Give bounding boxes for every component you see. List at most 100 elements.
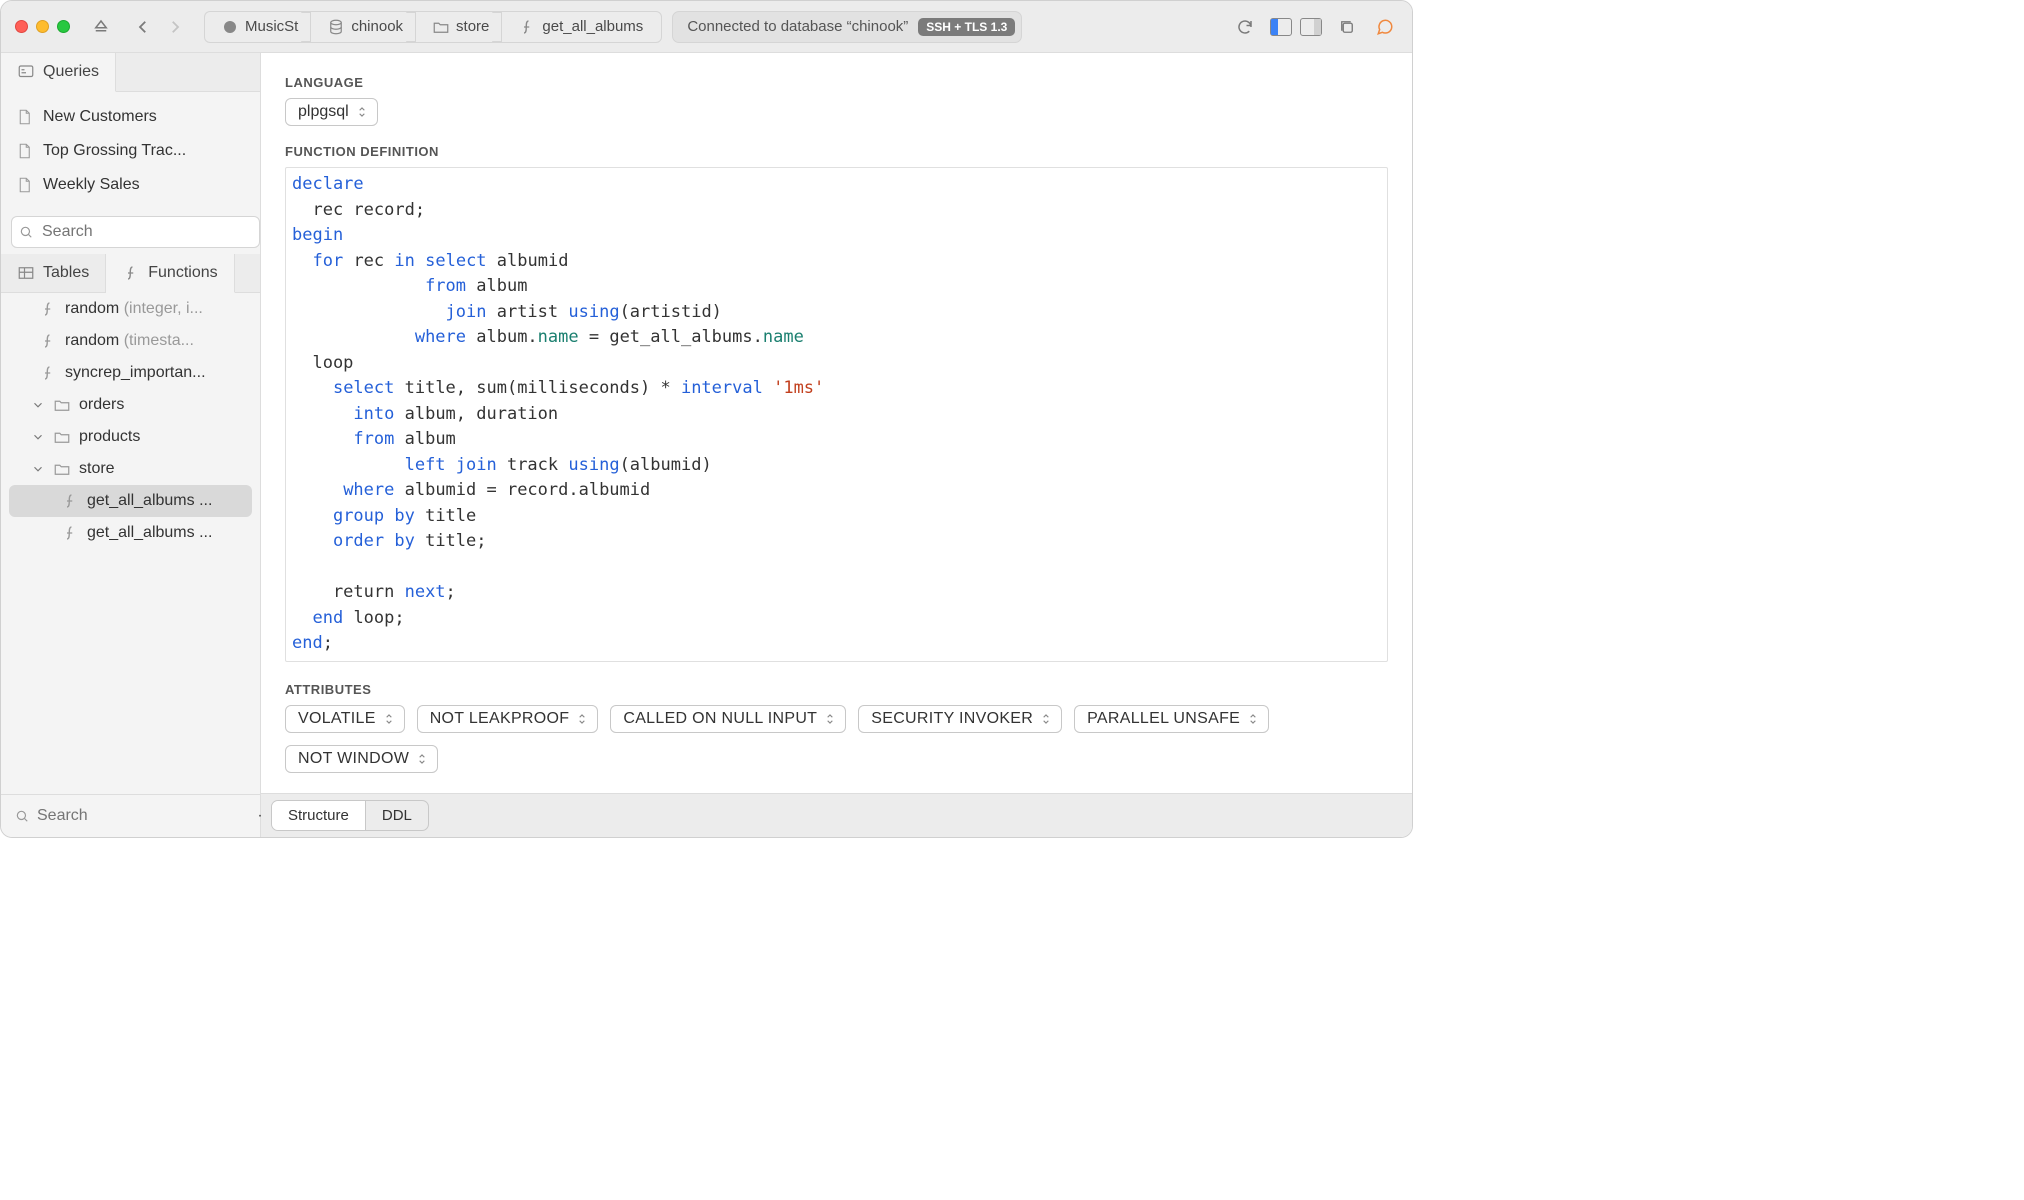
- window-controls: [15, 20, 70, 33]
- attr-security[interactable]: SECURITY INVOKER: [858, 705, 1062, 733]
- function-body-editor[interactable]: declare rec record; begin for rec in sel…: [285, 167, 1388, 662]
- tree-label: products: [79, 428, 140, 446]
- chevron-updown-icon: [823, 712, 837, 726]
- sql-file-icon: [15, 176, 33, 194]
- tree-suffix: (timesta...: [124, 332, 194, 349]
- tab-label: Queries: [43, 63, 99, 81]
- main-footer: Structure DDL: [261, 793, 1412, 837]
- query-item[interactable]: New Customers: [1, 100, 260, 134]
- tree-label: orders: [79, 396, 124, 414]
- tab-functions[interactable]: Functions: [106, 254, 234, 293]
- table-icon: [17, 264, 35, 282]
- attr-volatility[interactable]: VOLATILE: [285, 705, 405, 733]
- chevron-updown-icon: [355, 105, 369, 119]
- attr-window[interactable]: NOT WINDOW: [285, 745, 438, 773]
- tree-label: store: [79, 460, 115, 478]
- crumb-function[interactable]: get_all_albums: [501, 11, 662, 43]
- sidebar-footer: +: [1, 794, 260, 837]
- tree-label: random: [65, 332, 124, 349]
- function-icon: [122, 264, 140, 282]
- toggle-left-panel-button[interactable]: [1270, 18, 1292, 36]
- function-icon: [61, 492, 79, 510]
- connection-security-tag: SSH + TLS 1.3: [918, 18, 1015, 36]
- minimize-window-button[interactable]: [36, 20, 49, 33]
- nav-forward-button[interactable]: [162, 14, 188, 40]
- close-window-button[interactable]: [15, 20, 28, 33]
- function-icon: [518, 18, 536, 36]
- queries-search-input[interactable]: [11, 216, 260, 248]
- schema-search-input[interactable]: [11, 801, 248, 831]
- chevron-updown-icon: [382, 712, 396, 726]
- crumb-label: store: [456, 18, 489, 35]
- query-item[interactable]: Weekly Sales: [1, 168, 260, 202]
- database-icon: [327, 18, 345, 36]
- function-icon: [39, 332, 57, 350]
- chevron-updown-icon: [1039, 712, 1053, 726]
- nav-back-button[interactable]: [130, 14, 156, 40]
- attributes-label: ATTRIBUTES: [285, 682, 1388, 697]
- queries-list: New Customers Top Grossing Trac... Weekl…: [1, 92, 260, 210]
- tab-structure[interactable]: Structure: [272, 801, 365, 830]
- sidebar-mid-tabs: Tables Functions: [1, 254, 260, 293]
- functions-tree: random (integer, i... random (timesta...…: [1, 293, 260, 794]
- sql-icon: [17, 63, 35, 81]
- toolbar: MusicSt chinook store get_all_albums Con…: [1, 1, 1412, 53]
- tree-item-function[interactable]: get_all_albums ...: [1, 517, 260, 549]
- definition-label: FUNCTION DEFINITION: [285, 144, 1388, 159]
- tree-item-function[interactable]: random (timesta...: [1, 325, 260, 357]
- view-mode-segmented: Structure DDL: [271, 800, 429, 831]
- breadcrumb: MusicSt chinook store get_all_albums: [204, 11, 662, 43]
- language-dropdown[interactable]: plpgsql: [285, 98, 378, 126]
- tree-item-folder-products[interactable]: products: [1, 421, 260, 453]
- crumb-label: chinook: [351, 18, 403, 35]
- chevron-updown-icon: [575, 712, 589, 726]
- chevron-updown-icon: [1246, 712, 1260, 726]
- tab-tables[interactable]: Tables: [1, 254, 106, 292]
- app-window: MusicSt chinook store get_all_albums Con…: [0, 0, 1413, 838]
- folder-icon: [53, 396, 71, 414]
- crumb-label: MusicSt: [245, 18, 298, 35]
- crumb-schema[interactable]: store: [415, 11, 501, 43]
- new-window-button[interactable]: [1334, 14, 1360, 40]
- tab-label: Functions: [148, 264, 217, 282]
- function-icon: [39, 364, 57, 382]
- feedback-button[interactable]: [1372, 14, 1398, 40]
- function-icon: [61, 524, 79, 542]
- folder-icon: [53, 460, 71, 478]
- sql-file-icon: [15, 108, 33, 126]
- crumb-database[interactable]: chinook: [310, 11, 415, 43]
- tab-ddl[interactable]: DDL: [365, 801, 428, 830]
- sidebar: Queries New Customers Top Grossing Trac.…: [1, 53, 261, 837]
- search-icon: [15, 809, 29, 823]
- chevron-updown-icon: [415, 752, 429, 766]
- tree-item-folder-store[interactable]: store: [1, 453, 260, 485]
- crumb-label: get_all_albums: [542, 18, 643, 35]
- query-label: Top Grossing Trac...: [43, 142, 186, 160]
- attr-parallel[interactable]: PARALLEL UNSAFE: [1074, 705, 1269, 733]
- language-label: LANGUAGE: [285, 75, 1388, 90]
- tree-label: syncrep_importan...: [65, 364, 206, 382]
- queries-search: +: [11, 216, 250, 248]
- tree-item-function[interactable]: random (integer, i...: [1, 293, 260, 325]
- eject-icon[interactable]: [88, 14, 114, 40]
- attributes-row: VOLATILE NOT LEAKPROOF CALLED ON NULL IN…: [285, 705, 1388, 773]
- function-icon: [39, 300, 57, 318]
- crumb-project[interactable]: MusicSt: [204, 11, 310, 43]
- tree-label: random: [65, 300, 124, 317]
- connection-status: Connected to database “chinook” SSH + TL…: [672, 11, 1022, 43]
- folder-icon: [53, 428, 71, 446]
- refresh-button[interactable]: [1232, 14, 1258, 40]
- zoom-window-button[interactable]: [57, 20, 70, 33]
- tree-item-folder-orders[interactable]: orders: [1, 389, 260, 421]
- chevron-down-icon: [31, 462, 45, 476]
- query-label: New Customers: [43, 108, 157, 126]
- attr-null-input[interactable]: CALLED ON NULL INPUT: [610, 705, 846, 733]
- query-item[interactable]: Top Grossing Trac...: [1, 134, 260, 168]
- toggle-right-panel-button[interactable]: [1300, 18, 1322, 36]
- attr-leakproof[interactable]: NOT LEAKPROOF: [417, 705, 599, 733]
- tree-label: get_all_albums ...: [87, 524, 212, 542]
- elephant-icon: [221, 18, 239, 36]
- tab-queries[interactable]: Queries: [1, 53, 116, 92]
- tree-item-function-selected[interactable]: get_all_albums ...: [9, 485, 252, 517]
- tree-item-function[interactable]: syncrep_importan...: [1, 357, 260, 389]
